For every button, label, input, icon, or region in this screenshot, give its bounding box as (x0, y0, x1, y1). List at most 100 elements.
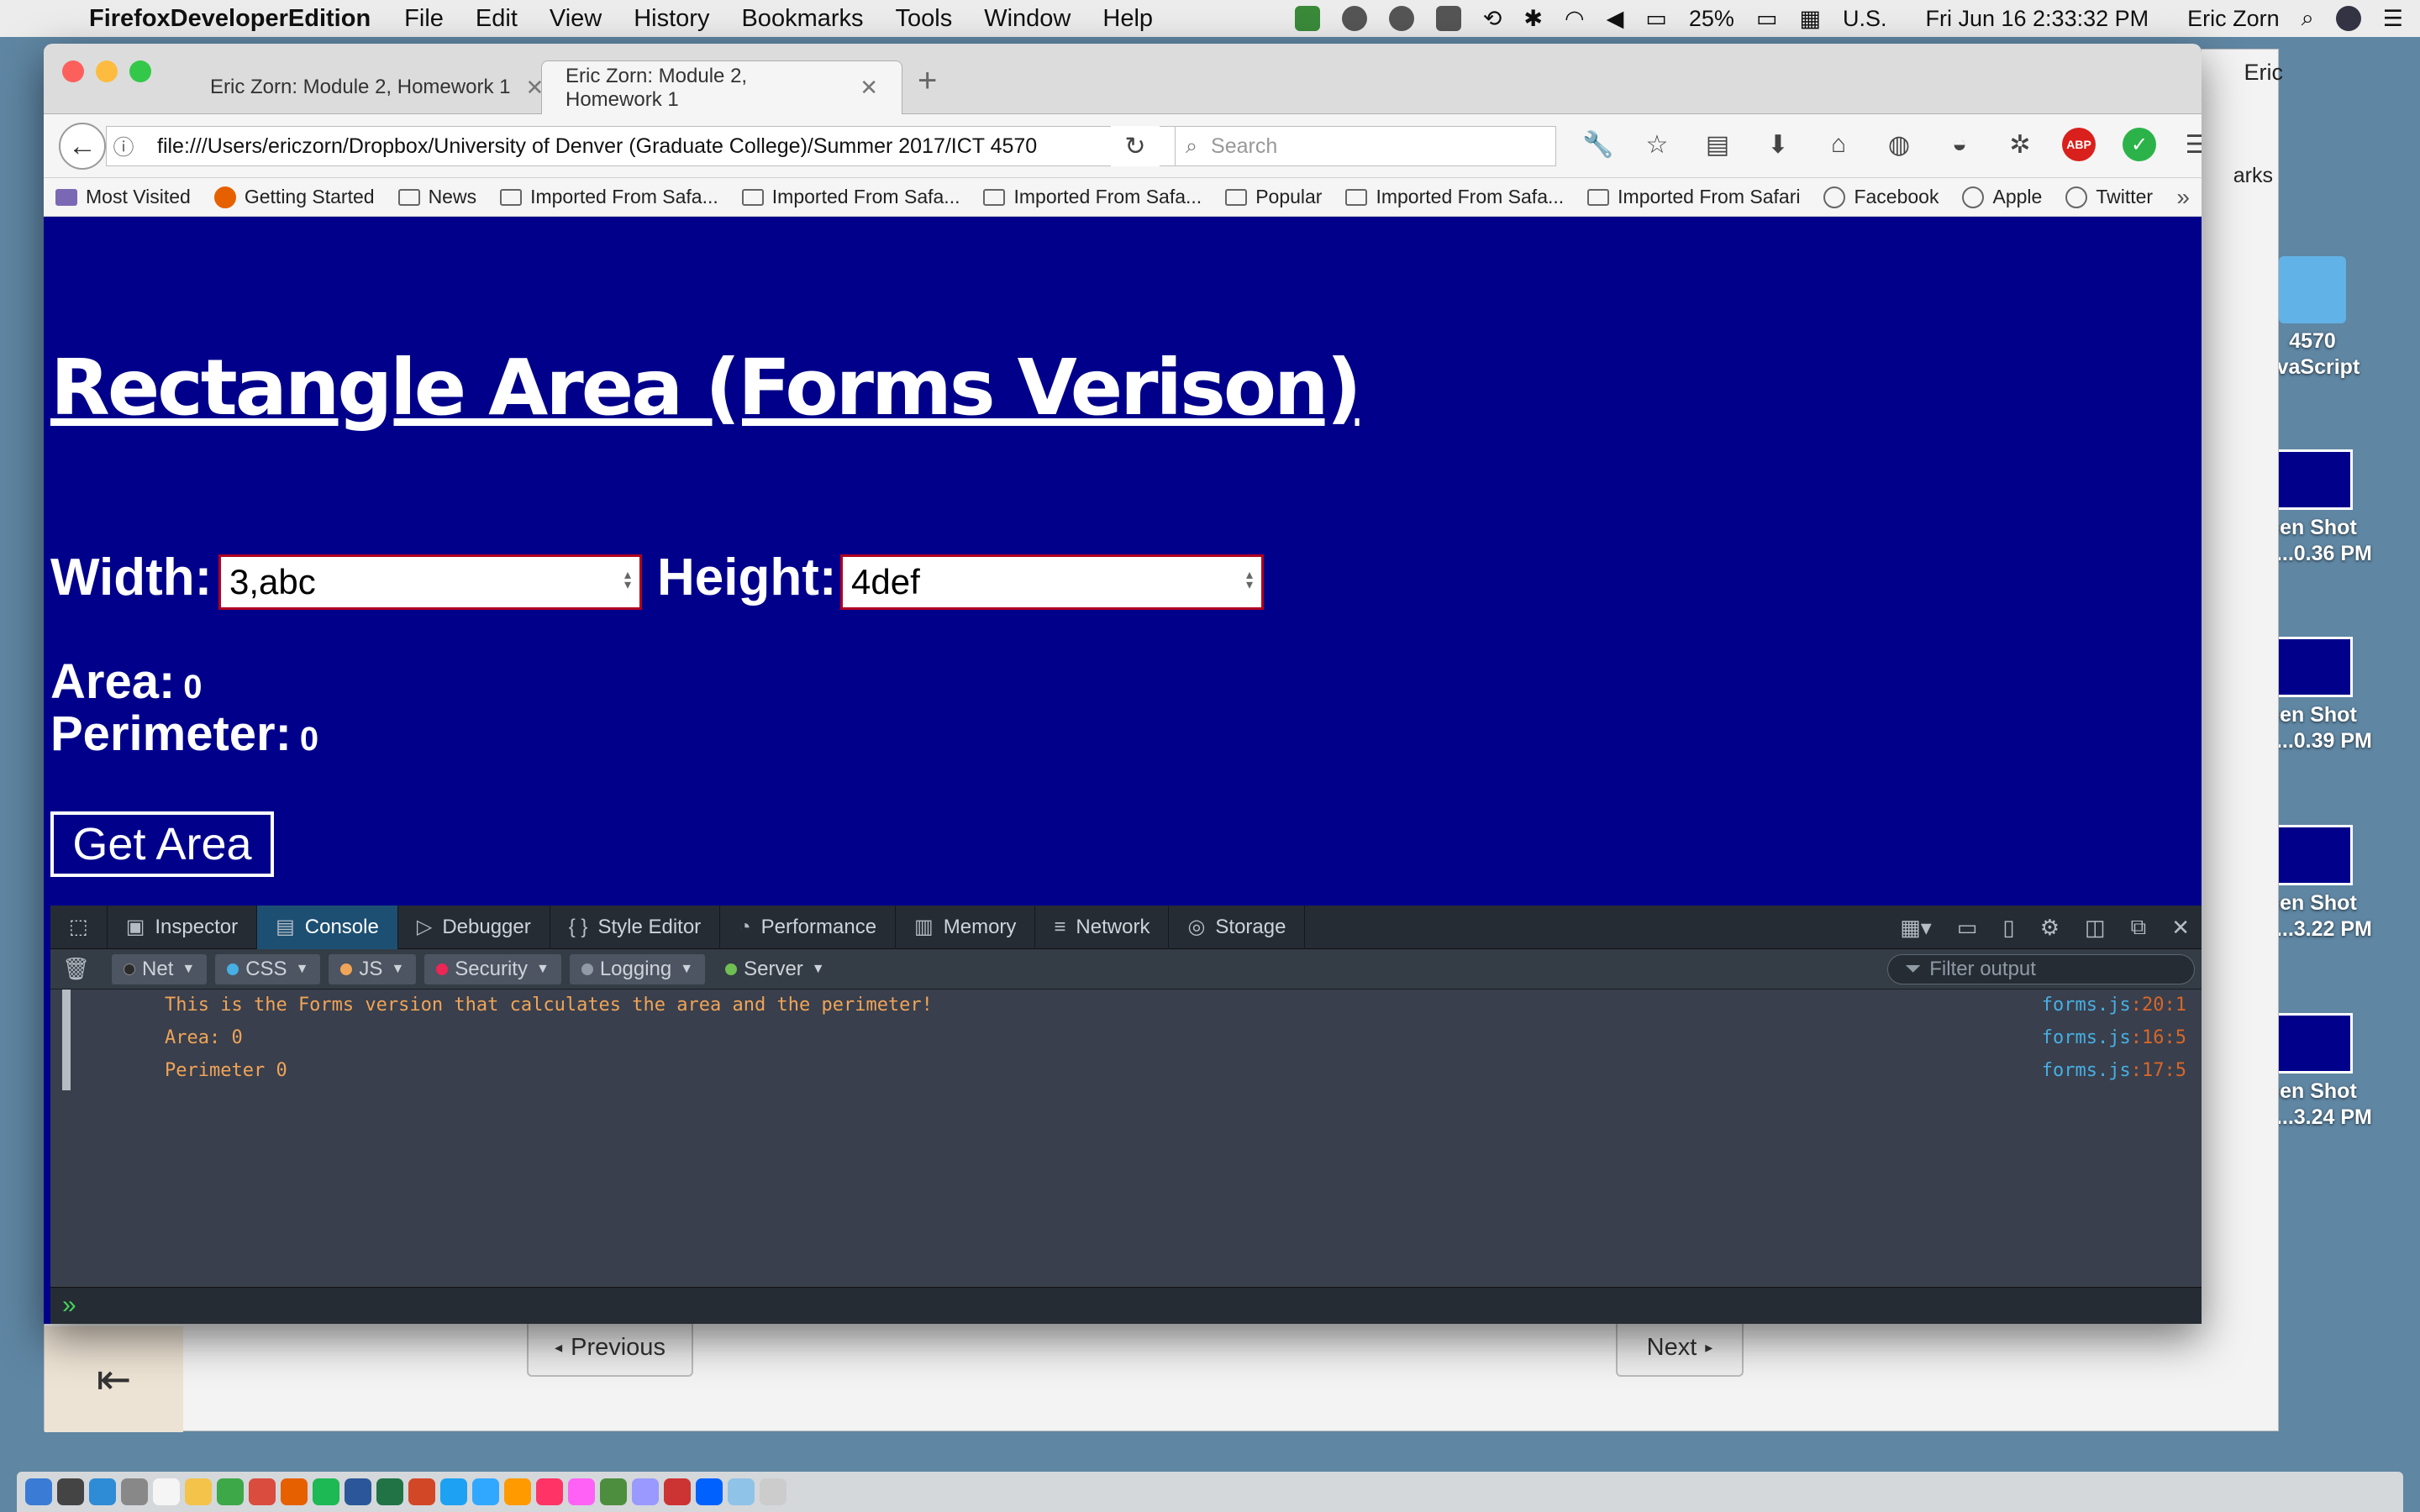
shield-icon[interactable] (1294, 6, 1320, 31)
tab-performance[interactable]: ◔ Performance (720, 905, 897, 949)
dropbox-icon[interactable] (696, 1478, 723, 1505)
tab-storage[interactable]: ◎ Storage (1169, 905, 1306, 949)
url-bar[interactable]: ⓘ file:///Users/ericzorn/Dropbox/Univers… (106, 126, 1207, 166)
photos-icon[interactable] (249, 1478, 276, 1505)
tab-style-editor[interactable]: { } Style Editor (550, 905, 721, 949)
time-machine-icon[interactable]: ⟲ (1483, 6, 1502, 32)
close-window-button[interactable] (62, 60, 84, 82)
word-icon[interactable] (345, 1478, 371, 1505)
illustrator-icon[interactable] (504, 1478, 531, 1505)
filter-server[interactable]: Server ▼ (713, 954, 837, 984)
new-tab-button[interactable]: + (918, 62, 937, 100)
user-name[interactable]: Eric Zorn (2187, 6, 2280, 32)
menu-view[interactable]: View (550, 5, 602, 33)
filter-css[interactable]: CSS ▼ (215, 953, 321, 984)
dreamweaver-icon[interactable] (600, 1478, 627, 1505)
firefox-dock-icon[interactable] (281, 1478, 308, 1505)
battery-icon[interactable]: ▭ (1756, 6, 1778, 32)
tab-network[interactable]: ≡ Network (1035, 905, 1170, 949)
battery-percent[interactable]: 25% (1689, 6, 1734, 32)
log-source-link[interactable]: forms.js:20:1 (2042, 995, 2186, 1016)
flag-icon[interactable]: ▦ (1799, 6, 1821, 32)
bookmark-star-icon[interactable]: ☆ (1640, 128, 1674, 161)
log-source-link[interactable]: forms.js:17:5 (2042, 1060, 2186, 1081)
reading-list-icon[interactable]: ▤ (1701, 128, 1734, 161)
app-menu[interactable]: FirefoxDeveloperEdition (89, 5, 371, 33)
creative-cloud-icon[interactable] (1388, 6, 1414, 31)
notes-icon[interactable] (185, 1478, 212, 1505)
filter-logging[interactable]: Logging ▼ (569, 953, 706, 984)
spinner-icon[interactable]: ▴ ▾ (1246, 569, 1253, 592)
tab-2-active[interactable]: Eric Zorn: Module 2, Homework 1 ✕ (541, 60, 902, 114)
bookmark-item[interactable]: Imported From Safa... (983, 186, 1202, 208)
dock-side-icon[interactable]: ◫ (2085, 915, 2106, 941)
minimize-window-button[interactable] (96, 60, 118, 82)
back-button[interactable]: ← (59, 123, 106, 170)
menu-edit[interactable]: Edit (476, 5, 518, 33)
flame-icon[interactable] (1341, 6, 1367, 31)
bookmark-item[interactable]: Imported From Safa... (741, 186, 960, 208)
xd-icon[interactable] (568, 1478, 595, 1505)
safari-icon[interactable] (89, 1478, 116, 1505)
extension-icon[interactable]: ✲ (2003, 128, 2037, 161)
volume-icon[interactable]: ◀ (1607, 6, 1624, 32)
bookmark-item[interactable]: Imported From Safa... (1345, 186, 1564, 208)
downloads-icon[interactable]: ⬇ (1761, 128, 1795, 161)
check-extension-icon[interactable]: ✓ (2123, 128, 2156, 161)
pocket-icon[interactable]: ◒ (1943, 128, 1976, 161)
height-input[interactable]: 4def ▴ ▾ (840, 554, 1264, 610)
bookmark-item[interactable]: Getting Started (213, 186, 375, 208)
split-console-icon[interactable]: ▦▾ (1900, 915, 1932, 941)
bookmark-item[interactable]: Twitter (2065, 186, 2153, 208)
bookmark-item[interactable]: Imported From Safari (1587, 186, 1800, 208)
spotify-icon[interactable] (313, 1478, 339, 1505)
bookmark-item[interactable]: Most Visited (55, 186, 191, 208)
clock[interactable]: Fri Jun 16 2:33:32 PM (1925, 6, 2149, 32)
width-input[interactable]: 3,abc ▴ ▾ (218, 554, 642, 610)
drive-icon[interactable] (1435, 6, 1461, 31)
close-tab-icon[interactable]: ✕ (860, 75, 878, 101)
bookmarks-overflow-icon[interactable]: » (2176, 184, 2190, 211)
wifi-icon[interactable]: ◠ (1565, 6, 1585, 32)
notification-center-icon[interactable]: ☰ (2383, 6, 2403, 32)
after-effects-icon[interactable] (632, 1478, 659, 1505)
menu-file[interactable]: File (404, 5, 444, 33)
trash-icon[interactable] (760, 1478, 786, 1505)
adblock-icon[interactable]: ABP (2062, 128, 2096, 161)
get-area-button[interactable]: Get Area (50, 811, 274, 877)
airplay-icon[interactable]: ▭ (1645, 6, 1667, 32)
hamburger-menu-icon[interactable]: ☰ (2180, 128, 2202, 161)
filter-security[interactable]: Security ▼ (424, 953, 561, 984)
calendar-icon[interactable] (153, 1478, 180, 1505)
excel-icon[interactable] (376, 1478, 403, 1505)
log-source-link[interactable]: forms.js:16:5 (2042, 1027, 2186, 1048)
tab-debugger[interactable]: ▷ Debugger (398, 905, 550, 949)
input-source[interactable]: U.S. (1843, 6, 1887, 32)
filter-js[interactable]: JS ▼ (329, 953, 417, 984)
indesign-icon[interactable] (536, 1478, 563, 1505)
launchpad-icon[interactable] (57, 1478, 84, 1505)
collapse-sidebar-icon[interactable]: ⇤ (45, 1326, 183, 1432)
settings-gear-icon[interactable]: ⚙ (2040, 915, 2060, 941)
menu-tools[interactable]: Tools (896, 5, 953, 33)
element-picker-icon[interactable]: ⬚ (50, 905, 108, 949)
bookmark-item[interactable]: Apple (1962, 186, 2042, 208)
menu-window[interactable]: Window (984, 5, 1071, 33)
previous-button[interactable]: ◂ Previous (527, 1318, 693, 1377)
finder-icon[interactable] (25, 1478, 52, 1505)
bookmark-item[interactable]: News (397, 186, 476, 208)
siri-icon[interactable] (2335, 6, 2361, 31)
bookmark-item[interactable]: Facebook (1823, 186, 1939, 208)
tab-memory[interactable]: ▥ Memory (896, 905, 1036, 949)
globe-icon[interactable]: ◍ (1882, 128, 1916, 161)
wrench-icon[interactable]: 🔧 (1581, 128, 1615, 161)
filter-net[interactable]: Net ▼ (112, 953, 208, 984)
reload-button[interactable]: ↻ (1111, 126, 1160, 166)
console-input[interactable]: » (50, 1287, 2202, 1324)
menu-bookmarks[interactable]: Bookmarks (741, 5, 863, 33)
tab-1[interactable]: Eric Zorn: Module 2, Homework 1 ✕ (187, 60, 573, 114)
menu-help[interactable]: Help (1102, 5, 1153, 33)
next-button[interactable]: Next ▸ (1616, 1318, 1744, 1377)
photoshop-icon[interactable] (472, 1478, 499, 1505)
home-icon[interactable]: ⌂ (1822, 128, 1855, 161)
